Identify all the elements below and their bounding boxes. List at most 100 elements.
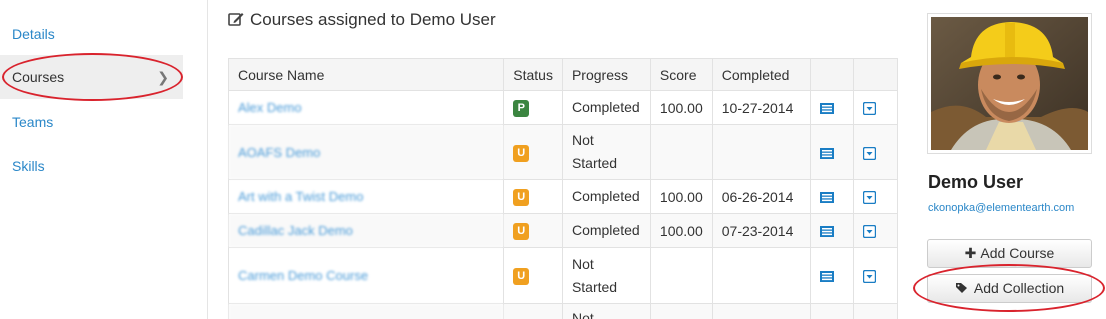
col-course-name[interactable]: Course Name [227,58,505,91]
status-cell: P [503,90,563,125]
status-cell: U [503,247,563,304]
status-badge: U [513,268,530,285]
status-cell: U [503,124,563,180]
table-header-row: Course Name Status Progress Score Comple… [227,58,898,91]
status-badge: U [513,144,530,162]
progress-cell: Completed [561,90,651,125]
progress-cell: Completed [561,213,651,248]
details-cell [809,179,855,214]
completed-date-cell [711,124,811,180]
progress-text: Completed [571,222,640,238]
status-cell [503,303,563,319]
user-name: Demo User [928,172,1024,192]
score-cell [649,124,713,180]
list-icon[interactable] [819,103,834,115]
sidebar-item-label: Skills [12,158,45,174]
list-icon[interactable] [819,226,834,238]
course-name-link[interactable]: AOAFS Demo [227,124,505,180]
actions-cell [853,213,898,248]
sidebar-item-label: Teams [12,114,54,130]
progress-cell: Completed [561,179,651,214]
score-cell: 100.00 [649,179,713,214]
table-row: Art with a Twist Demo U Completed 100.00 06-… [227,179,898,214]
status-badge: P [513,100,530,117]
sidebar-item-details[interactable]: Details [0,12,183,56]
status-badge: U [513,189,530,206]
courses-table: Course Name Status Progress Score Comple… [227,58,898,319]
completed-date-cell [711,303,811,319]
dropdown-icon[interactable] [863,191,877,205]
completed-date-cell [711,247,811,304]
page-title: Courses assigned to Demo User [228,10,496,30]
table-row: Carmen Demo Course U Not Started [227,247,898,304]
completed-date-cell: 07-23-2014 [711,213,811,248]
progress-cell: Not [561,303,651,319]
actions-cell [853,179,898,214]
course-name-link[interactable]: Cadillac Jack Demo [227,213,505,248]
score-cell [649,303,713,319]
details-cell [809,303,855,319]
progress-cell: Not Started [561,124,651,180]
plus-icon: ✚ [964,245,977,261]
actions-cell [853,303,898,319]
page-title-text: Courses assigned to Demo User [250,10,496,29]
col-details [809,58,855,91]
details-cell [809,213,855,248]
sidebar-item-label: Details [12,26,55,42]
completed-date-cell: 10-27-2014 [711,90,811,125]
course-name-link[interactable]: Carmen Demo Course [227,247,505,304]
col-status[interactable]: Status [503,58,563,91]
sidebar: Details Courses ❯ Teams Skills [0,0,208,319]
dropdown-icon[interactable] [863,225,877,239]
tags-icon [955,283,967,293]
details-cell [809,90,855,125]
details-cell [809,247,855,304]
progress-text: Not Started [571,132,618,171]
add-collection-button[interactable]: Add Collection [927,274,1092,303]
details-cell [809,124,855,180]
course-name-link[interactable]: Art with a Twist Demo [227,179,505,214]
user-email-link[interactable]: ckonopka@elementearth.com [928,202,1074,214]
list-icon[interactable] [819,271,834,283]
add-course-button[interactable]: ✚ Add Course [927,239,1092,268]
page: Details Courses ❯ Teams Skills Courses a… [0,0,1106,319]
table-row: Not [227,303,898,319]
course-name-link[interactable]: Alex Demo [227,90,505,125]
add-collection-label: Add Collection [973,280,1065,296]
col-actions [853,58,898,91]
sidebar-item-courses[interactable]: Courses ❯ [0,55,183,99]
completed-date-cell: 06-26-2014 [711,179,811,214]
score-cell: 100.00 [649,90,713,125]
list-icon[interactable] [819,192,834,204]
progress-text: Completed [571,99,640,115]
col-progress[interactable]: Progress [561,58,651,91]
sidebar-item-skills[interactable]: Skills [0,144,183,188]
col-completed[interactable]: Completed [711,58,811,91]
dropdown-icon[interactable] [863,102,877,116]
sidebar-item-label: Courses [12,69,65,85]
table-row: Cadillac Jack Demo U Completed 100.00 07-23-… [227,213,898,248]
edit-icon [228,13,244,26]
list-icon[interactable] [819,147,834,159]
chevron-right-icon: ❯ [157,69,169,85]
avatar [927,13,1092,154]
actions-cell [853,247,898,304]
course-name-link[interactable] [227,303,505,319]
status-badge: U [513,223,530,240]
progress-text: Completed [571,188,640,204]
progress-text: Not [571,310,594,319]
status-cell: U [503,179,563,214]
dropdown-icon[interactable] [863,270,877,284]
sidebar-item-teams[interactable]: Teams [0,100,183,144]
avatar-image [931,17,1088,150]
table-row: Alex Demo P Completed 100.00 10-27-2014 [227,90,898,125]
progress-cell: Not Started [561,247,651,304]
score-cell [649,247,713,304]
score-cell: 100.00 [649,213,713,248]
table-row: AOAFS Demo U Not Started [227,124,898,180]
actions-cell [853,90,898,125]
col-score[interactable]: Score [649,58,713,91]
dropdown-icon[interactable] [863,146,877,160]
progress-text: Not Started [571,255,618,295]
status-cell: U [503,213,563,248]
